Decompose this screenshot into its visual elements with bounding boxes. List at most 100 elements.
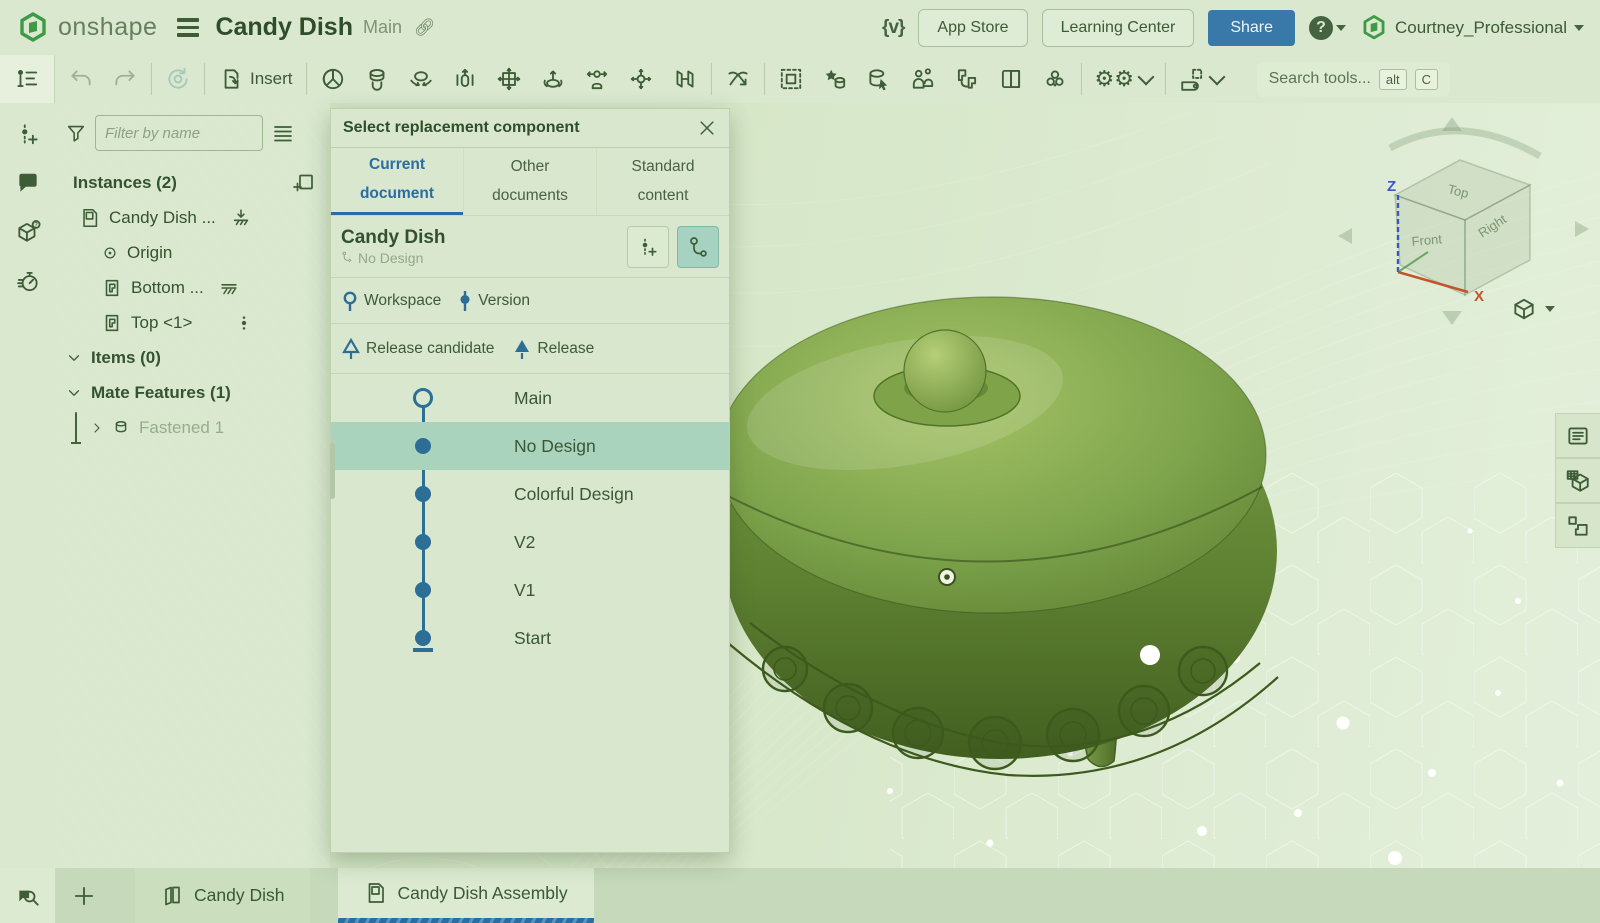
create-version-dialog-button[interactable]	[627, 226, 669, 268]
derived-parts-icon	[954, 66, 980, 92]
revolute-mate-button[interactable]	[408, 66, 434, 92]
search-tools-button[interactable]: Search tools... alt C	[1257, 62, 1450, 97]
logo-text: onshape	[58, 13, 157, 42]
app-header: onshape Candy Dish Main 🔗︎ {v} App Store…	[0, 0, 1600, 55]
help-menu[interactable]: ?	[1309, 16, 1346, 40]
parallel-mate-button[interactable]	[672, 66, 698, 92]
add-subassembly-icon[interactable]	[292, 171, 316, 195]
named-positions-button[interactable]	[910, 66, 936, 92]
version-node-icon[interactable]	[415, 630, 431, 646]
version-row-v2[interactable]: V2	[331, 518, 729, 566]
fastened-mate-button[interactable]	[364, 66, 390, 92]
version-node-icon[interactable]	[415, 534, 431, 550]
tree-node-origin[interactable]: Origin	[65, 235, 322, 270]
performance-button[interactable]	[11, 264, 45, 298]
legend-workspace: Workspace	[341, 290, 441, 312]
search-tabs-button[interactable]	[0, 868, 55, 923]
mate-button[interactable]	[320, 66, 346, 92]
copy-link-icon[interactable]: 🔗︎	[414, 18, 436, 38]
insert-icon	[218, 66, 244, 92]
tree-node-top[interactable]: Top <1>	[65, 305, 322, 340]
ball-mate-button[interactable]	[628, 66, 654, 92]
create-version-button[interactable]	[11, 117, 45, 151]
comment-icon	[15, 170, 41, 196]
tree-node-bottom[interactable]: Bottom ...	[65, 270, 322, 305]
version-row-main[interactable]: Main	[331, 374, 729, 422]
close-icon[interactable]	[697, 118, 717, 138]
release-legend: Release candidate Release	[331, 324, 729, 374]
mate-icon	[320, 66, 346, 92]
grounded-icon	[230, 207, 252, 229]
sheet-metal-menu-button[interactable]	[1179, 66, 1223, 92]
planar-mate-button[interactable]	[496, 66, 522, 92]
tab-other-documents[interactable]: Other documents	[463, 148, 596, 215]
mate-features-section-header[interactable]: Mate Features (1)	[65, 375, 322, 410]
bom-panel-button[interactable]	[1555, 413, 1600, 458]
assembly-structure-toggle[interactable]	[0, 55, 55, 103]
version-row-no-design[interactable]: No Design	[331, 422, 729, 470]
version-plus-icon	[636, 235, 660, 259]
version-node-icon[interactable]	[415, 486, 431, 502]
items-section-header[interactable]: Items (0)	[65, 340, 322, 375]
filter-input[interactable]	[95, 115, 263, 151]
tab-part-studio[interactable]: Candy Dish	[135, 868, 310, 923]
settings-menu-button[interactable]: ⚙︎⚙︎	[1095, 68, 1152, 90]
version-node-icon[interactable]	[415, 438, 431, 454]
app-store-button[interactable]: App Store	[918, 9, 1027, 47]
insert-parts-panel-button[interactable]	[1555, 503, 1600, 548]
chevron-down-icon	[1574, 25, 1584, 31]
update-button[interactable]	[165, 66, 191, 92]
version-node-icon[interactable]	[415, 582, 431, 598]
feature-pattern-button[interactable]	[822, 66, 848, 92]
workspace-node-icon[interactable]	[413, 388, 433, 408]
version-row-start[interactable]: Start	[331, 614, 729, 662]
learning-center-button[interactable]: Learning Center	[1042, 9, 1195, 47]
version-graph-toggle-button[interactable]	[677, 226, 719, 268]
filter-icon[interactable]	[65, 122, 87, 144]
part-icon	[101, 277, 123, 299]
onshape-logo[interactable]: onshape	[16, 11, 157, 45]
configurations-panel-button[interactable]	[1555, 458, 1600, 503]
tab-assembly[interactable]: Candy Dish Assembly	[338, 868, 593, 923]
chevron-right-icon[interactable]	[89, 420, 105, 436]
main-menu-button[interactable]	[177, 18, 199, 37]
undo-button[interactable]	[68, 66, 94, 92]
feature-script-icon[interactable]: {v}	[882, 17, 904, 39]
help-parts-button[interactable]: ?	[11, 215, 45, 249]
revolute-mate-icon	[408, 66, 434, 92]
instances-section-header[interactable]: Instances (2)	[65, 165, 322, 200]
share-button[interactable]: Share	[1208, 10, 1295, 46]
edit-part-button[interactable]	[866, 66, 892, 92]
insert-button[interactable]: Insert	[218, 66, 293, 92]
pattern-button[interactable]	[1042, 66, 1068, 92]
version-row-colorful-design[interactable]: Colorful Design	[331, 470, 729, 518]
slider-mate-button[interactable]	[452, 66, 478, 92]
in-context-button[interactable]	[954, 66, 980, 92]
drop-indicator	[75, 412, 77, 443]
search-tabs-icon	[15, 883, 41, 909]
branch-icon	[341, 251, 354, 264]
panel-scrollbar-thumb[interactable]	[330, 443, 335, 499]
new-tab-button[interactable]	[55, 868, 113, 923]
tab-current-document[interactable]: Current document	[331, 148, 463, 215]
tree-node-fastened[interactable]: Fastened 1	[65, 410, 322, 445]
chevron-down-icon	[1545, 306, 1555, 312]
group-select-button[interactable]	[778, 66, 804, 92]
part-studio-part-icon	[1565, 513, 1591, 539]
tab-standard-content[interactable]: Standard content	[596, 148, 729, 215]
cylindrical-mate-button[interactable]	[540, 66, 566, 92]
user-menu[interactable]: Courtney_Professional	[1360, 14, 1584, 42]
pin-slot-mate-button[interactable]	[584, 66, 610, 92]
version-row-v1[interactable]: V1	[331, 566, 729, 614]
redo-button[interactable]	[112, 66, 138, 92]
planar-mate-icon	[496, 66, 522, 92]
tangent-mate-button[interactable]	[725, 66, 751, 92]
view-settings-button[interactable]	[1511, 296, 1555, 322]
section-view-button[interactable]	[998, 66, 1024, 92]
document-header: Candy Dish No Design	[331, 216, 729, 278]
comments-button[interactable]	[11, 166, 45, 200]
cube-icon	[1511, 296, 1537, 322]
list-view-icon[interactable]	[271, 121, 295, 145]
gear-icon: ⚙︎⚙︎	[1095, 68, 1134, 90]
tree-node-assembly[interactable]: Candy Dish ...	[65, 200, 322, 235]
